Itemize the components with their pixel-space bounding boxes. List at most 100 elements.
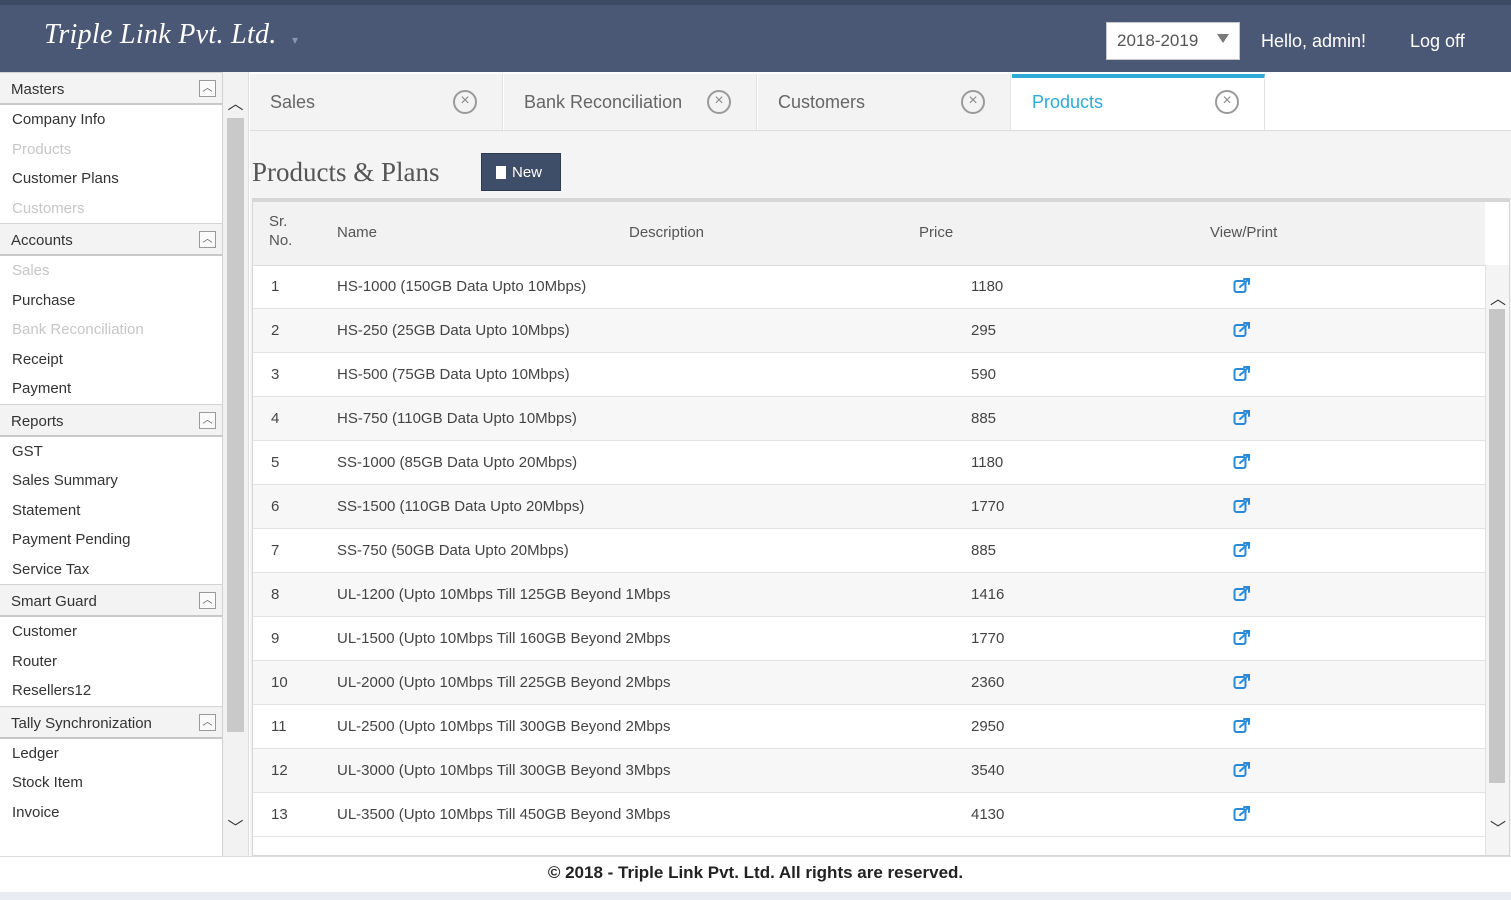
logoff-link[interactable]: Log off [1410,31,1465,52]
tab-products[interactable]: Products × [1012,74,1265,130]
table-row[interactable]: 6 SS-1500 (110GB Data Upto 20Mbps) 1770 [253,485,1485,529]
sidebar-item[interactable]: Customer [0,617,222,647]
sidebar-item[interactable]: Service Tax [0,555,222,585]
cell-sr-no: 13 [271,806,288,823]
table-row[interactable]: 5 SS-1000 (85GB Data Upto 20Mbps) 1180 [253,441,1485,485]
financial-year-select[interactable]: 2018-2019 [1106,22,1240,60]
scroll-down-icon[interactable]: ﹀ [223,814,248,838]
edit-external-icon[interactable] [1232,628,1252,652]
header-price[interactable]: Price [919,224,953,241]
header-view-print: View/Print [1210,224,1278,241]
cell-sr-no: 1 [271,278,280,295]
sidebar-item[interactable]: Sales Summary [0,466,222,496]
sidebar-item[interactable]: Purchase [0,286,222,316]
cell-sr-no: 9 [271,630,280,647]
collapse-toggle-icon[interactable]: ︿ [199,80,216,97]
tab-sales[interactable]: Sales × [250,74,503,130]
cell-price: 590 [971,366,997,383]
edit-external-icon[interactable] [1232,540,1252,564]
sidebar-item[interactable]: Invoice [0,798,222,828]
edit-external-icon[interactable] [1232,804,1252,828]
sidebar-section-header[interactable]: Masters ︿ [0,72,222,105]
edit-external-icon[interactable] [1232,276,1252,300]
edit-external-icon[interactable] [1232,496,1252,520]
sidebar-section-header[interactable]: Tally Synchronization ︿ [0,705,222,739]
close-circle-icon[interactable]: × [707,90,731,114]
table-row[interactable]: 2 HS-250 (25GB Data Upto 10Mbps) 295 [253,309,1485,353]
sidebar-item[interactable]: Receipt [0,345,222,375]
sidebar-item[interactable]: Payment [0,374,222,404]
collapse-toggle-icon[interactable]: ︿ [199,592,216,609]
close-circle-icon[interactable]: × [453,90,477,114]
close-circle-icon[interactable]: × [1215,90,1239,114]
table-row[interactable]: 12 UL-3000 (Upto 10Mbps Till 300GB Beyond… [253,749,1485,793]
tab-bank-reconciliation[interactable]: Bank Reconciliation × [504,74,757,130]
sidebar-section-title: Smart Guard [11,593,97,610]
cell-name: UL-3500 (Upto 10Mbps Till 450GB Beyond 3… [337,806,671,823]
user-greeting[interactable]: Hello, admin! [1261,31,1366,52]
cell-price: 2950 [971,718,1005,735]
cell-price: 1416 [971,586,1005,603]
sidebar-section-header[interactable]: Smart Guard ︿ [0,584,222,617]
edit-external-icon[interactable] [1232,320,1252,344]
sidebar-item[interactable]: Resellers12 [0,676,222,706]
dropdown-caret-icon [1217,34,1229,43]
sidebar-section-header[interactable]: Accounts ︿ [0,223,222,256]
sidebar-item[interactable]: GST [0,437,222,467]
sidebar-item[interactable]: Company Info [0,105,222,135]
edit-external-icon[interactable] [1232,716,1252,740]
cell-sr-no: 3 [271,366,280,383]
cell-name: HS-500 (75GB Data Upto 10Mbps) [337,366,570,383]
edit-external-icon[interactable] [1232,364,1252,388]
grid-scroll-down-icon[interactable]: ﹀ [1486,815,1509,839]
collapse-toggle-icon[interactable]: ︿ [199,231,216,248]
table-row[interactable]: 13 UL-3500 (Upto 10Mbps Till 450GB Beyond… [253,793,1485,837]
table-row[interactable]: 4 HS-750 (110GB Data Upto 10Mbps) 885 [253,397,1485,441]
grid-scrollbar[interactable]: ︿ ﹀ [1485,265,1509,855]
sidebar-section-title: Tally Synchronization [11,714,152,732]
collapse-toggle-icon[interactable]: ︿ [199,713,216,731]
brand-title[interactable]: Triple Link Pvt. Ltd. [44,19,277,51]
sidebar-item: Customers [12,199,85,217]
cell-name: UL-1500 (Upto 10Mbps Till 160GB Beyond 2… [337,630,671,647]
sidebar-item[interactable]: Router [0,647,222,677]
cell-sr-no: 4 [271,410,280,427]
header-description[interactable]: Description [629,224,704,241]
edit-external-icon[interactable] [1232,760,1252,784]
sidebar-item[interactable]: Stock Item [0,768,222,798]
grid-header: Sr. No. Name Description Price View/Print [253,202,1485,266]
table-row[interactable]: 9 UL-1500 (Upto 10Mbps Till 160GB Beyond … [253,617,1485,661]
sidebar-item[interactable]: Statement [0,496,222,526]
sidebar-section-title: Accounts [11,232,73,249]
edit-external-icon[interactable] [1232,584,1252,608]
sidebar-scroll-thumb[interactable] [227,118,244,732]
edit-external-icon[interactable] [1232,672,1252,696]
grid-scroll-up-icon[interactable]: ︿ [1486,285,1509,309]
header-name[interactable]: Name [337,224,377,241]
close-circle-icon[interactable]: × [961,90,985,114]
cell-price: 1770 [971,630,1005,647]
table-row[interactable]: 8 UL-1200 (Upto 10Mbps Till 125GB Beyond … [253,573,1485,617]
sidebar-item[interactable]: Payment Pending [0,525,222,555]
sidebar-scrollbar[interactable]: ︿ ﹀ [223,72,249,856]
sidebar-item[interactable]: Customer Plans [0,164,222,194]
collapse-toggle-icon[interactable]: ︿ [199,411,216,429]
table-row[interactable]: 1 HS-1000 (150GB Data Upto 10Mbps) 1180 [253,265,1485,309]
sidebar-item[interactable]: Ledger [0,739,222,769]
edit-external-icon[interactable] [1232,408,1252,432]
main-content: Products & Plans New Sr. No. Name Descrip… [250,131,1511,856]
grid-scroll-thumb[interactable] [1489,309,1505,783]
financial-year-value: 2018-2019 [1117,31,1199,50]
new-button[interactable]: New [481,153,561,191]
cell-price: 1180 [971,278,1004,295]
table-row[interactable]: 7 SS-750 (50GB Data Upto 20Mbps) 885 [253,529,1485,573]
table-row[interactable]: 3 HS-500 (75GB Data Upto 10Mbps) 590 [253,353,1485,397]
scroll-up-icon[interactable]: ︿ [223,90,248,114]
tab-customers[interactable]: Customers × [758,74,1011,130]
table-row[interactable]: 10 UL-2000 (Upto 10Mbps Till 225GB Beyond… [253,661,1485,705]
header-sr-no: Sr. No. [269,213,293,249]
cell-sr-no: 5 [271,454,280,471]
edit-external-icon[interactable] [1232,452,1252,476]
sidebar-section-header[interactable]: Reports ︿ [0,403,222,437]
table-row[interactable]: 11 UL-2500 (Upto 10Mbps Till 300GB Beyond… [253,705,1485,749]
